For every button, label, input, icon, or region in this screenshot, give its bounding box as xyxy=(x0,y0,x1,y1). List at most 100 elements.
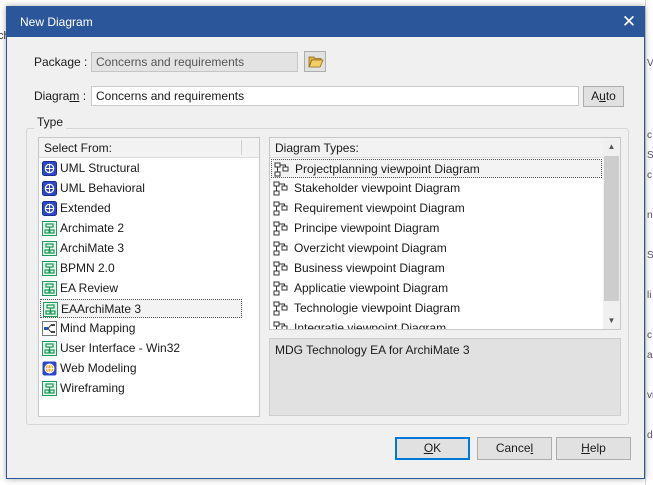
diagram-type-item-label: Integratie viewpoint Diagram xyxy=(294,321,447,330)
background-text-fragment: a xyxy=(647,350,653,361)
background-text-fragment: c xyxy=(647,170,652,181)
archimate-icon xyxy=(42,261,57,276)
diagram-types-scrollbar[interactable]: ▲ ▼ xyxy=(603,138,620,329)
background-text-fragment: li xyxy=(647,290,652,301)
ok-button[interactable]: OK xyxy=(395,437,470,460)
diagram-type-icon xyxy=(273,281,288,296)
diagram-type-item[interactable]: Projectplanning viewpoint Diagram xyxy=(271,159,602,178)
diagram-type-icon xyxy=(273,221,288,236)
select-from-item-label: Web Modeling xyxy=(60,361,137,375)
diagram-name-input[interactable]: Concerns and requirements xyxy=(91,86,579,106)
background-text-fragment: d xyxy=(647,430,653,441)
diagram-type-item[interactable]: Stakeholder viewpoint Diagram xyxy=(271,179,602,198)
select-from-item[interactable]: EAArchiMate 3 xyxy=(40,299,242,318)
new-diagram-dialog: New Diagram ✕ Package : Concerns and req… xyxy=(6,6,645,479)
archimate-icon xyxy=(43,302,58,317)
auto-button[interactable]: Auto xyxy=(583,86,624,107)
diagram-type-item-label: Projectplanning viewpoint Diagram xyxy=(295,162,480,176)
select-from-item-label: Wireframing xyxy=(60,381,125,395)
uml-icon xyxy=(42,181,57,196)
select-from-item[interactable]: Extended xyxy=(40,199,258,218)
select-from-item-label: Mind Mapping xyxy=(60,321,136,335)
select-from-item-label: EA Review xyxy=(60,281,119,295)
scroll-thumb[interactable] xyxy=(604,156,619,301)
select-from-item[interactable]: Wireframing xyxy=(40,379,258,398)
select-from-item[interactable]: ArchiMate 3 xyxy=(40,239,258,258)
background-text-fragment: S xyxy=(647,150,653,161)
folder-open-icon xyxy=(308,56,324,68)
uml-icon xyxy=(42,161,57,176)
select-from-header[interactable]: Select From: xyxy=(39,138,259,158)
diagram-type-item-label: Business viewpoint Diagram xyxy=(294,261,445,275)
package-field: Concerns and requirements xyxy=(91,52,298,72)
background-text-fragment: c xyxy=(647,130,652,141)
select-from-item[interactable]: Web Modeling xyxy=(40,359,258,378)
select-from-item-label: Archimate 2 xyxy=(60,221,125,235)
background-text-fragment: vi xyxy=(647,390,653,401)
cancel-button[interactable]: Cancel xyxy=(477,437,552,460)
diagram-type-icon xyxy=(274,162,289,177)
diagram-types-header-label: Diagram Types: xyxy=(275,141,359,155)
select-from-item[interactable]: UML Structural xyxy=(40,159,258,178)
diagram-type-item[interactable]: Integratie viewpoint Diagram xyxy=(271,319,602,330)
select-from-item-label: ArchiMate 3 xyxy=(60,241,125,255)
scroll-up-button[interactable]: ▲ xyxy=(603,138,620,155)
package-label: Package : xyxy=(34,55,88,69)
help-button[interactable]: Help xyxy=(556,437,631,460)
diagram-type-item-label: Stakeholder viewpoint Diagram xyxy=(294,181,461,195)
diagram-type-item-label: Principe viewpoint Diagram xyxy=(294,221,440,235)
select-from-item[interactable]: Mind Mapping xyxy=(40,319,258,338)
background-text-fragment: V xyxy=(647,58,653,69)
select-from-item[interactable]: UML Behavioral xyxy=(40,179,258,198)
diagram-type-item[interactable]: Technologie viewpoint Diagram xyxy=(271,299,602,318)
diagram-types-header[interactable]: Diagram Types: xyxy=(270,138,603,158)
select-from-item-label: BPMN 2.0 xyxy=(60,261,115,275)
diagram-type-item[interactable]: Requirement viewpoint Diagram xyxy=(271,199,602,218)
diagram-type-icon xyxy=(273,241,288,256)
archimate-icon xyxy=(42,381,57,396)
select-from-header-label: Select From: xyxy=(44,141,113,155)
select-from-item[interactable]: Archimate 2 xyxy=(40,219,258,238)
select-from-item-label: UML Behavioral xyxy=(60,181,145,195)
background-window-right: V c S c n S li c a vi d xyxy=(645,0,653,485)
diagram-type-item-label: Requirement viewpoint Diagram xyxy=(294,201,465,215)
select-from-item[interactable]: EA Review xyxy=(40,279,258,298)
diagram-type-item[interactable]: Overzicht viewpoint Diagram xyxy=(271,239,602,258)
background-text-fragment: c xyxy=(647,330,652,341)
background-text-fragment: n xyxy=(647,210,653,221)
mindmap-icon xyxy=(42,321,57,336)
close-icon[interactable]: ✕ xyxy=(614,7,644,37)
archimate-icon xyxy=(42,341,57,356)
column-separator xyxy=(241,140,242,155)
uml-icon xyxy=(42,201,57,216)
archimate-icon xyxy=(42,281,57,296)
dialog-titlebar[interactable]: New Diagram ✕ xyxy=(7,7,644,37)
select-from-item-label: EAArchiMate 3 xyxy=(61,302,142,316)
technology-description: MDG Technology EA for ArchiMate 3 xyxy=(269,338,621,416)
scroll-down-button[interactable]: ▼ xyxy=(603,312,620,329)
diagram-type-icon xyxy=(273,201,288,216)
diagram-type-icon xyxy=(273,301,288,316)
select-from-item-label: UML Structural xyxy=(60,161,140,175)
diagram-type-item-label: Overzicht viewpoint Diagram xyxy=(294,241,447,255)
web-modeling-icon xyxy=(42,361,57,376)
select-from-item[interactable]: User Interface - Win32 xyxy=(40,339,258,358)
background-text-fragment: S xyxy=(647,250,653,261)
archimate-icon xyxy=(42,241,57,256)
package-browse-button[interactable] xyxy=(304,51,326,72)
archimate-icon xyxy=(42,221,57,236)
diagram-types-list[interactable]: Diagram Types: Projectplanning viewpoint… xyxy=(269,137,621,330)
diagram-label: Diagram : xyxy=(34,89,87,103)
select-from-item[interactable]: BPMN 2.0 xyxy=(40,259,258,278)
diagram-type-icon xyxy=(273,261,288,276)
diagram-type-item[interactable]: Applicatie viewpoint Diagram xyxy=(271,279,602,298)
diagram-type-item-label: Technologie viewpoint Diagram xyxy=(294,301,461,315)
diagram-type-icon xyxy=(273,181,288,196)
select-from-item-label: Extended xyxy=(60,201,111,215)
diagram-type-item[interactable]: Business viewpoint Diagram xyxy=(271,259,602,278)
diagram-type-item[interactable]: Principe viewpoint Diagram xyxy=(271,219,602,238)
select-from-list[interactable]: Select From: UML Structural UML Behaviora… xyxy=(38,137,260,417)
diagram-type-icon xyxy=(273,321,288,329)
type-group-label: Type xyxy=(34,115,67,129)
diagram-type-item-label: Applicatie viewpoint Diagram xyxy=(294,281,449,295)
